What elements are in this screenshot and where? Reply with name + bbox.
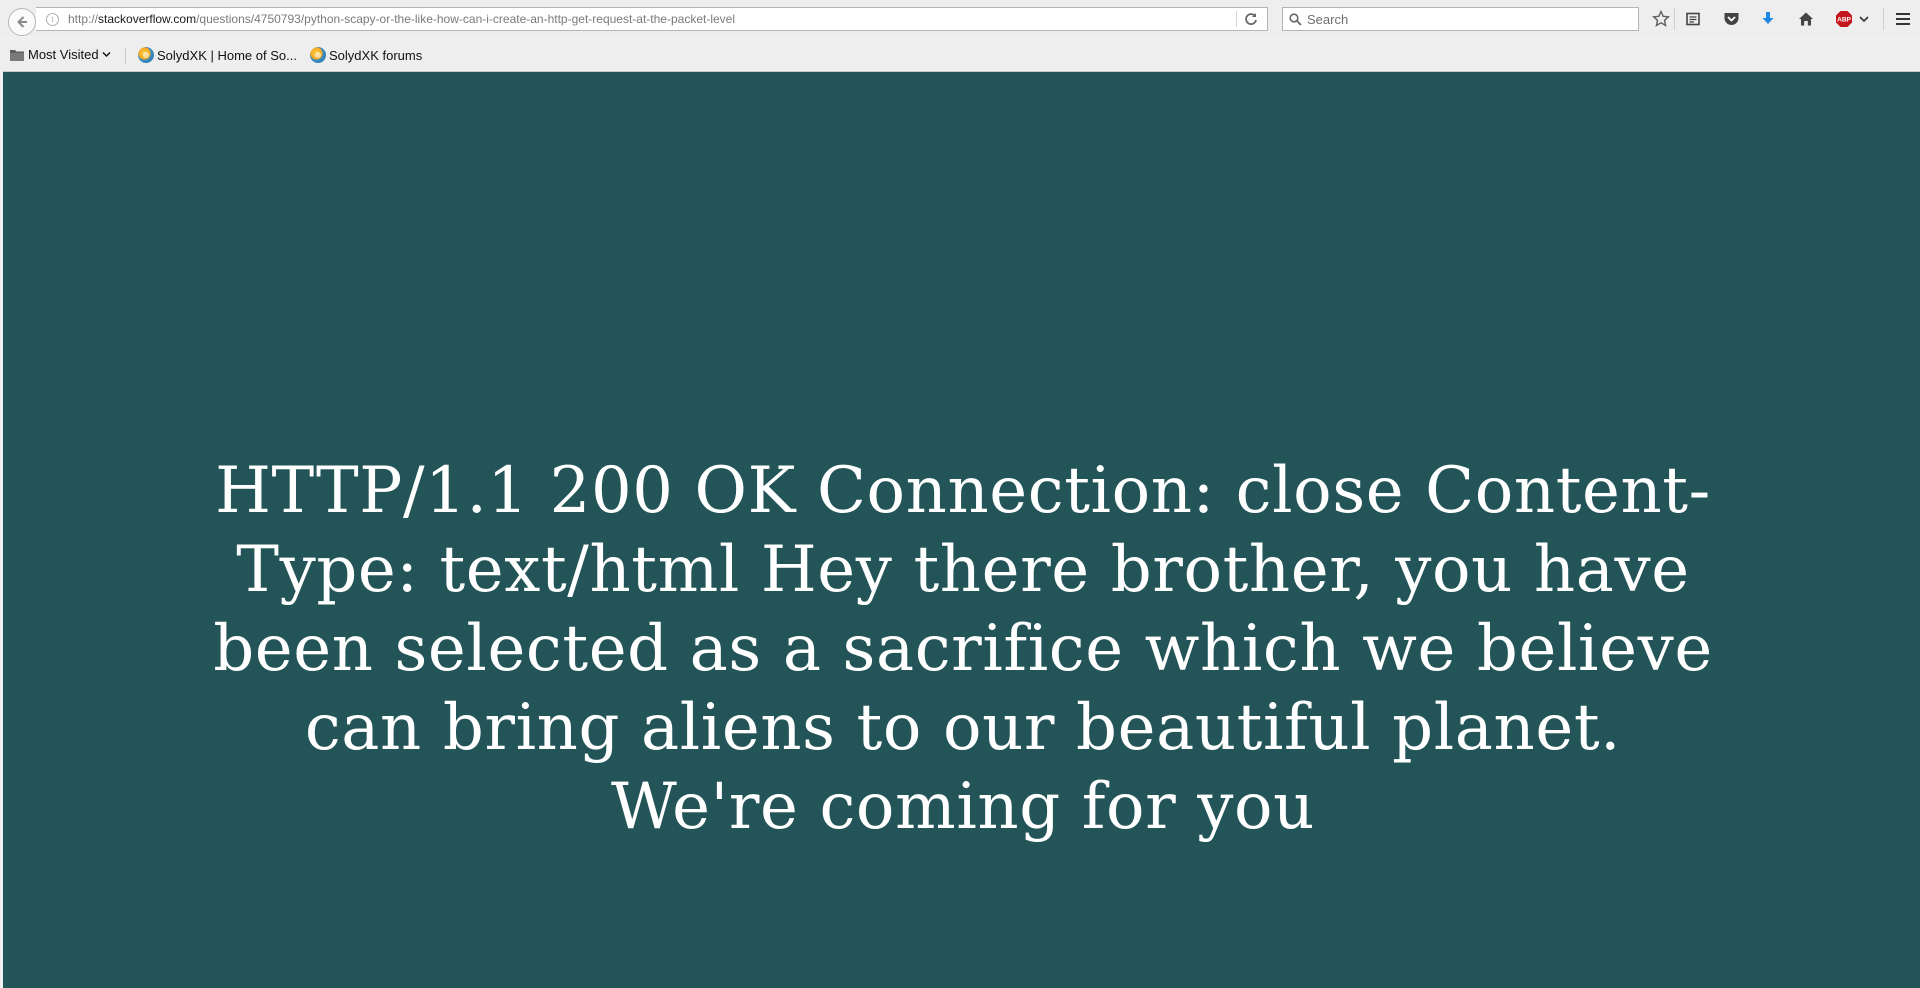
search-icon — [1289, 12, 1303, 26]
bookmark-label: SolydXK forums — [329, 47, 423, 63]
back-icon — [17, 16, 27, 28]
bookmark-solydxk-home[interactable]: SolydXK | Home of So... — [138, 47, 297, 63]
chevron-down-icon[interactable] — [1858, 9, 1870, 29]
page-content: HTTP/1.1 200 OK Connection: close Conten… — [3, 71, 1920, 988]
solydxk-icon — [138, 47, 154, 63]
reload-icon[interactable] — [1243, 11, 1259, 27]
solydxk-icon — [310, 47, 326, 63]
toolbar-divider — [1883, 8, 1884, 30]
url-prefix: http:// — [68, 12, 99, 26]
bookmarks-toolbar: Most Visited SolydXK | Home of So... Sol… — [0, 40, 1920, 70]
pocket-icon[interactable] — [1721, 9, 1741, 29]
page-message: HTTP/1.1 200 OK Connection: close Conten… — [213, 454, 1713, 844]
adblock-plus-icon[interactable]: ABP — [1834, 9, 1854, 29]
search-placeholder: Search — [1307, 11, 1349, 27]
url-host: stackoverflow.com — [98, 12, 197, 26]
bookmarks-separator — [125, 48, 126, 64]
url-path: /questions/4750793/python-scapy-or-the-l… — [196, 12, 736, 26]
url-bar[interactable]: i http://stackoverflow.com/questions/475… — [36, 7, 1268, 31]
downloads-icon[interactable] — [1758, 9, 1778, 29]
url-text[interactable]: http://stackoverflow.com/questions/47507… — [68, 12, 735, 26]
info-icon[interactable]: i — [46, 12, 59, 26]
bookmark-most-visited[interactable]: Most Visited — [9, 47, 111, 62]
navigation-toolbar: i http://stackoverflow.com/questions/475… — [0, 0, 1920, 36]
bookmark-label: Most Visited — [28, 47, 99, 62]
folder-icon — [10, 49, 24, 61]
bookmark-solydxk-forums[interactable]: SolydXK forums — [310, 47, 422, 63]
browser-window: i http://stackoverflow.com/questions/475… — [0, 0, 1920, 988]
url-divider — [1236, 11, 1237, 27]
search-bar[interactable]: Search — [1282, 7, 1639, 31]
reading-list-icon[interactable] — [1683, 9, 1703, 29]
home-icon[interactable] — [1796, 9, 1816, 29]
adblock-label: ABP — [1837, 17, 1851, 24]
back-button[interactable] — [8, 8, 36, 36]
toolbar-divider — [1674, 8, 1675, 30]
menu-icon[interactable] — [1893, 9, 1913, 29]
bookmark-label: SolydXK | Home of So... — [157, 47, 297, 63]
chevron-down-icon — [102, 52, 111, 57]
bookmark-star-icon[interactable] — [1651, 9, 1671, 29]
